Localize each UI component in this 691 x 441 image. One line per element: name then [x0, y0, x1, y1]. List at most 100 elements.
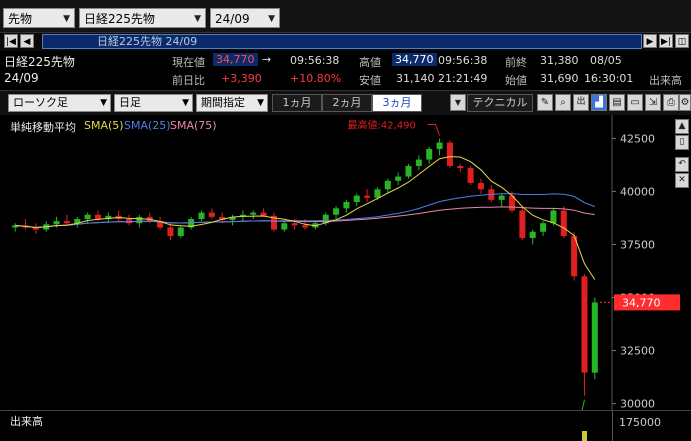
candle-body [260, 212, 267, 216]
high-label: 高値 [359, 56, 381, 69]
candle-body [302, 225, 308, 228]
current-time: 09:56:38 [290, 54, 340, 67]
contract-month-value: 24/09 [215, 12, 250, 26]
change-label: 前日比 [172, 74, 205, 87]
period-2m-label: 2ヵ月 [332, 96, 362, 109]
candle-body [405, 165, 412, 177]
candle-body [63, 221, 70, 224]
candle-body [581, 276, 588, 373]
candle-body [126, 218, 133, 224]
y-tick-label: 40000 [620, 185, 655, 198]
export-icon[interactable]: ⇲ [645, 94, 661, 111]
candle-body [177, 227, 184, 236]
market-type-select[interactable]: 先物 ▼ [3, 8, 75, 28]
symbol-tab[interactable]: 日経225先物 24/09 [42, 34, 642, 49]
candle-body [208, 212, 215, 217]
last-icon[interactable]: ▶| [659, 34, 673, 48]
chart-type-select[interactable]: ローソク足 ▼ [8, 94, 111, 112]
candle-body [167, 227, 174, 236]
chart-icon[interactable]: ▟ [591, 94, 607, 111]
candle-body [94, 214, 101, 219]
high-value: 34,770 [392, 53, 437, 66]
undo-icon[interactable]: ↶ [675, 157, 689, 172]
contract-month: 24/09 [4, 71, 39, 85]
min-price-pointer [581, 399, 585, 410]
collapse-icon[interactable]: ▲ [675, 119, 689, 134]
change-value: +3,390 [221, 72, 262, 85]
period-1m-button[interactable]: 1ヵ月 [272, 94, 322, 112]
volume-icon[interactable]: 出 [573, 94, 589, 111]
period-1m-label: 1ヵ月 [282, 96, 312, 109]
contract-month-select[interactable]: 24/09 ▼ [210, 8, 280, 28]
candle-body [540, 223, 547, 232]
change-percent: +10.80% [290, 72, 342, 85]
print-icon[interactable]: ⎙ [663, 94, 679, 111]
top-selector-bar: 先物 ▼ 日経225先物 ▼ 24/09 ▼ [0, 0, 691, 32]
period-3m-label: 3ヵ月 [382, 96, 412, 109]
prev-icon[interactable]: ◀ [20, 34, 34, 48]
candle-body [529, 231, 536, 239]
volume-axis-line [612, 411, 613, 441]
low-label: 安値 [359, 74, 381, 87]
current-price-label: 34,770 [622, 296, 661, 309]
high-time: 09:56:38 [438, 54, 488, 67]
volume-label: 出来高 [649, 74, 682, 87]
y-tick-label: 37500 [620, 238, 655, 251]
expand-icon[interactable]: ◫ [675, 34, 689, 48]
candle-body [498, 195, 505, 200]
period-2m-button[interactable]: 2ヵ月 [322, 94, 372, 112]
market-type-value: 先物 [8, 12, 33, 26]
interval-value: 日足 [119, 96, 141, 109]
chevron-down-icon: ▼ [63, 14, 70, 24]
chart-toolbar: ローソク足 ▼ 日足 ▼ 期間指定 ▼ 1ヵ月 2ヵ月 3ヵ月 ▼ テクニカル … [0, 90, 691, 116]
current-price-value: 34,770 [213, 53, 258, 66]
volume-tick-label: 175000 [619, 416, 661, 429]
candlestick-chart[interactable]: 300003250035000375004000042500最高値:42,490… [0, 115, 691, 410]
candle-body [436, 142, 443, 149]
technical-dropdown-icon[interactable]: ▼ [450, 94, 466, 111]
save-icon[interactable]: ▤ [609, 94, 625, 111]
chevron-down-icon: ▼ [257, 98, 264, 108]
instrument-select[interactable]: 日経225先物 ▼ [79, 8, 206, 28]
period-3m-button[interactable]: 3ヵ月 [372, 94, 422, 112]
max-price-pointer [427, 124, 441, 136]
technical-label: テクニカル [472, 96, 528, 109]
chevron-down-icon: ▼ [182, 98, 189, 108]
close-icon[interactable]: ✕ [675, 173, 689, 188]
candle-body [415, 159, 422, 166]
price-chart-panel: 単純移動平均 SMA(5) SMA(25) SMA(75) 30000 32500… [0, 115, 691, 410]
candle-body [291, 223, 298, 226]
candle-body [364, 195, 371, 198]
candle-body [53, 221, 60, 225]
open-value: 31,690 [540, 72, 579, 85]
chart-type-value: ローソク足 [13, 96, 68, 109]
price-arrow: → [262, 53, 272, 66]
open-label: 始値 [505, 74, 527, 87]
candle-body [457, 165, 464, 169]
zoom-icon[interactable]: ⌕ [555, 94, 571, 111]
y-tick-label: 32500 [620, 345, 655, 358]
chevron-down-icon: ▼ [194, 14, 201, 24]
folder-icon[interactable]: ▭ [627, 94, 643, 111]
candle-body [591, 302, 598, 373]
settings-icon[interactable]: ⚙ [679, 94, 691, 111]
period-mode-select[interactable]: 期間指定 ▼ [196, 94, 268, 112]
period-mode-value: 期間指定 [201, 96, 245, 109]
volume-panel: 出来高 175000 [0, 410, 691, 441]
prev-close-value: 31,380 [540, 54, 579, 67]
candle-body [426, 148, 433, 160]
next-icon[interactable]: ▶ [643, 34, 657, 48]
pen-icon[interactable]: ✎ [537, 94, 553, 111]
candle-body [333, 208, 340, 215]
first-icon[interactable]: |◀ [4, 34, 18, 48]
candle-body [136, 216, 143, 224]
symbol-tab-row: |◀ ◀ 日経225先物 24/09 ▶ ▶| ◫ [0, 32, 691, 52]
panel-icon[interactable]: ▯ [675, 135, 689, 150]
open-time: 16:30:01 [584, 72, 634, 85]
candle-body [250, 212, 257, 215]
technical-button[interactable]: テクニカル [467, 94, 533, 112]
y-tick-label: 42500 [620, 132, 655, 145]
candle-body [353, 195, 360, 203]
instrument-value: 日経225先物 [84, 12, 155, 26]
interval-select[interactable]: 日足 ▼ [114, 94, 193, 112]
